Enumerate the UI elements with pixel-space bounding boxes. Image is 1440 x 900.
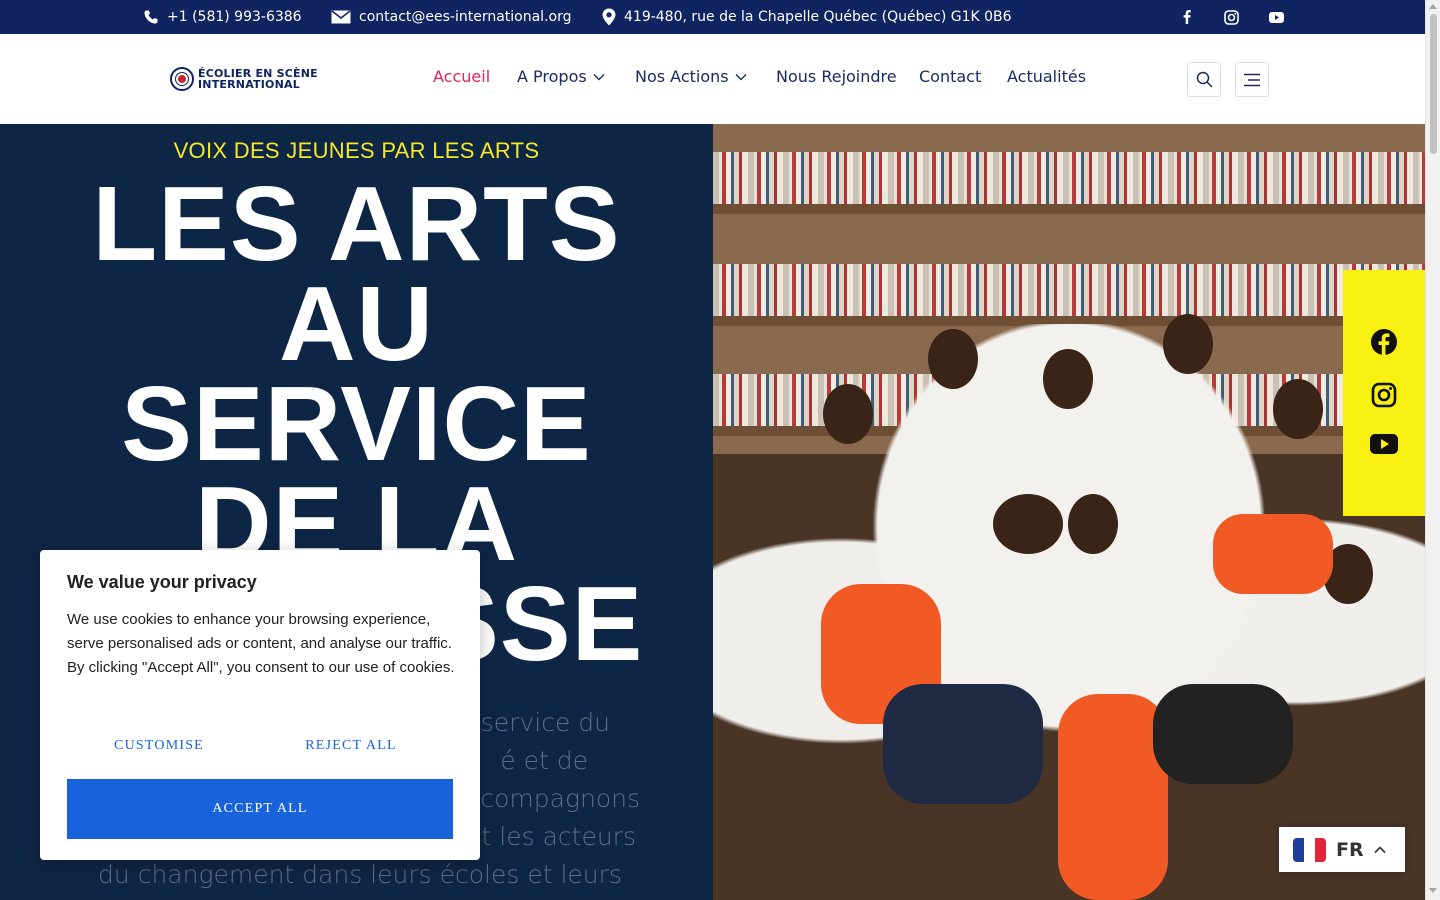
logo-line-2: INTERNATIONAL (198, 78, 300, 91)
youtube-icon[interactable] (1266, 7, 1286, 27)
hero-title-line: SERVICE (121, 365, 592, 483)
nav-nous-rejoindre[interactable]: Nous Rejoindre (776, 67, 897, 86)
email-address: contact@ees-international.org (359, 9, 572, 25)
nav-nos-actions[interactable]: Nos Actions (635, 67, 747, 86)
floating-social-bar (1343, 270, 1425, 516)
facebook-icon[interactable] (1370, 328, 1398, 360)
accept-all-button[interactable]: ACCEPT ALL (67, 779, 453, 839)
youtube-icon[interactable] (1370, 434, 1398, 458)
chevron-down-icon (593, 73, 605, 80)
french-flag-icon (1293, 837, 1326, 862)
scrollbar-thumb[interactable] (1430, 14, 1437, 154)
instagram-icon[interactable] (1371, 382, 1397, 412)
phone-icon (144, 10, 158, 24)
reject-all-button[interactable]: REJECT ALL (259, 738, 443, 760)
page-scrollbar[interactable] (1425, 0, 1440, 900)
scroll-up-arrow-icon[interactable] (1429, 4, 1437, 9)
instagram-icon[interactable] (1221, 7, 1241, 27)
cookie-description: We use cookies to enhance your browsing … (67, 611, 455, 676)
language-switcher[interactable]: FR (1279, 827, 1405, 872)
customise-button[interactable]: CUSTOMISE (67, 738, 251, 760)
chevron-down-icon (735, 73, 747, 80)
menu-button[interactable] (1235, 62, 1269, 97)
top-contact-bar: +1 (581) 993-6386 contact@ees-internatio… (0, 0, 1425, 34)
facebook-icon[interactable] (1177, 7, 1197, 27)
cookie-title: We value your privacy (67, 572, 257, 592)
nav-contact[interactable]: Contact (919, 67, 981, 86)
cookie-consent-dialog: We value your privacy We use cookies to … (40, 550, 480, 860)
address-contact[interactable]: 419-480, rue de la Chapelle Québec (Québ… (602, 0, 1012, 34)
mail-icon (331, 10, 351, 24)
nav-a-propos[interactable]: A Propos (517, 67, 605, 86)
site-logo[interactable]: ÉCOLIER EN SCÈNE INTERNATIONAL (170, 67, 318, 91)
hero-tagline: VOIX DES JEUNES PAR LES ARTS (173, 138, 540, 163)
nav-accueil[interactable]: Accueil (433, 67, 490, 86)
phone-number: +1 (581) 993-6386 (167, 9, 302, 25)
email-contact[interactable]: contact@ees-international.org (331, 0, 572, 34)
hero-photo (713, 124, 1425, 900)
hamburger-menu-icon (1244, 73, 1260, 86)
location-pin-icon (602, 8, 616, 26)
phone-contact[interactable]: +1 (581) 993-6386 (143, 0, 302, 34)
language-code: FR (1336, 838, 1364, 861)
scroll-down-arrow-icon[interactable] (1429, 888, 1437, 893)
address-text: 419-480, rue de la Chapelle Québec (Québ… (624, 9, 1012, 25)
nav-actualites[interactable]: Actualités (1007, 67, 1086, 86)
hero-title-line: AU (278, 265, 435, 383)
site-header: ÉCOLIER EN SCÈNE INTERNATIONAL Accueil A… (0, 34, 1425, 124)
hero-title-line: LES ARTS (92, 165, 621, 283)
logo-emblem (170, 67, 194, 91)
chevron-up-icon (1374, 845, 1386, 853)
search-icon (1196, 71, 1213, 88)
search-button[interactable] (1187, 62, 1221, 97)
